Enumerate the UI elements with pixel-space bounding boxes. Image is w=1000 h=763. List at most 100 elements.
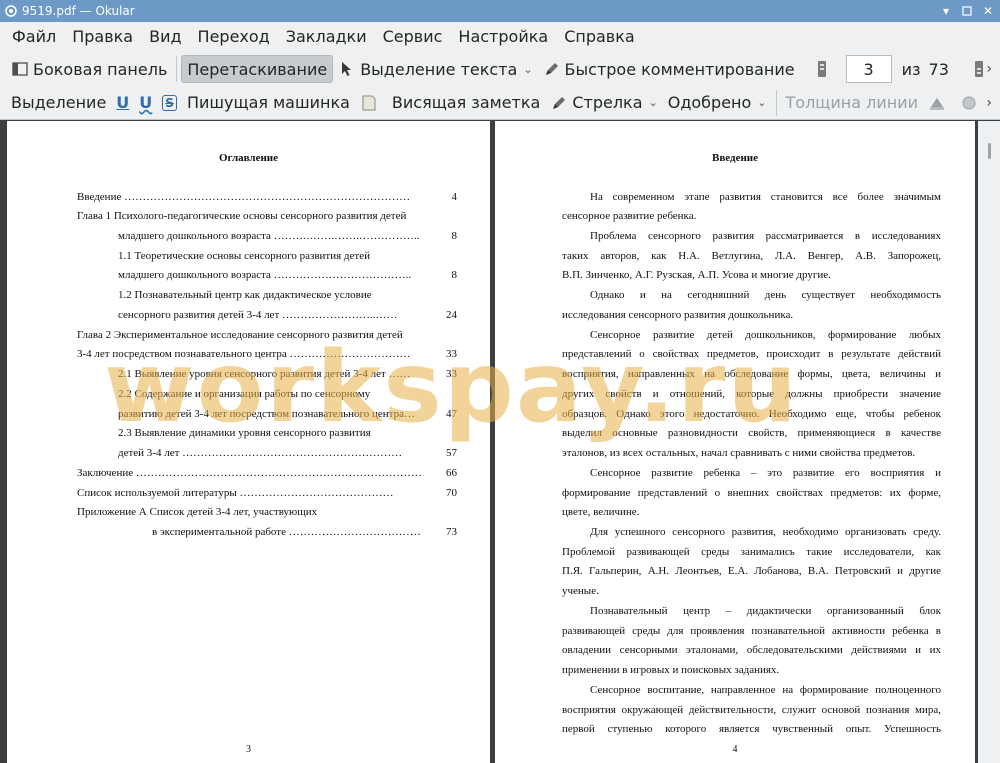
menu-settings[interactable]: Настройка: [450, 22, 556, 52]
menu-go[interactable]: Переход: [190, 22, 278, 52]
chevron-down-icon[interactable]: ⌄: [757, 96, 766, 109]
drag-mode-button[interactable]: Перетаскивание: [181, 55, 334, 83]
cursor-arrow-icon: [338, 60, 356, 78]
opacity-button[interactable]: [955, 89, 987, 117]
menu-edit[interactable]: Правка: [64, 22, 141, 52]
vertical-scrollbar[interactable]: [978, 121, 1000, 763]
toc-page: 4: [451, 191, 458, 203]
color-button[interactable]: [923, 89, 955, 117]
selection-tool-button[interactable]: Выделение: [6, 89, 111, 117]
close-icon[interactable]: ✕: [979, 2, 997, 20]
page-4: Введение На современном этапе развития с…: [495, 121, 975, 763]
menubar: Файл Правка Вид Переход Закладки Сервис …: [0, 22, 1000, 52]
selection-tool-label: Выделение: [11, 93, 107, 112]
previous-page-button[interactable]: [808, 55, 840, 83]
scrollbar-thumb[interactable]: [988, 143, 991, 159]
next-page-button[interactable]: [965, 55, 997, 83]
minimize-icon[interactable]: ▾: [937, 2, 955, 20]
text-line: Проблема сенсорного развития рассматрива…: [590, 230, 941, 242]
toc-entry: Заключение ……………………………………………………………………: [77, 467, 422, 479]
page-number: 4: [732, 744, 738, 755]
text-line: исследования сенсорного развития дошколь…: [562, 309, 794, 321]
toc-page: 57: [446, 447, 457, 459]
chevron-down-icon[interactable]: ⌄: [523, 63, 532, 76]
text-line: Для успешного сенсорного развития, необх…: [590, 526, 941, 538]
hanging-note-button[interactable]: Висящая заметка: [387, 89, 545, 117]
text-line: цвете, величине.: [562, 506, 640, 518]
note-icon-button[interactable]: [355, 89, 387, 117]
toc-page: 33: [446, 368, 457, 380]
menu-file[interactable]: Файл: [4, 22, 64, 52]
text-line: применении в игровых и поисковых задания…: [562, 664, 780, 676]
toc-page: 47: [446, 408, 457, 420]
text-line: выделил основные разновидности свойств, …: [562, 427, 941, 439]
toc-entry: 2.1 Выявление уровня сенсорного развития…: [118, 368, 411, 380]
stamp-select[interactable]: Одобрено ⌄: [663, 89, 772, 117]
window-title: 9519.pdf — Okular: [22, 4, 135, 18]
line-width-button[interactable]: Толщина линии: [781, 89, 924, 117]
toc-entry: Глава 1 Психолого-педагогические основы …: [77, 210, 407, 222]
annotation-toolbar: Выделение U U S Пишущая машинка Висящая …: [0, 86, 1000, 120]
underline-button[interactable]: U: [111, 89, 134, 117]
toc-page: 33: [446, 348, 457, 360]
text-line: восприятия окружающей действительности, …: [562, 704, 941, 716]
toolbar-overflow-icon[interactable]: ›: [986, 95, 992, 111]
quick-comment-label: Быстрое комментирование: [564, 59, 795, 79]
text-select-button[interactable]: Выделение текста ⌄: [333, 55, 537, 83]
text-line: Проблемой развивающей среды занимались т…: [562, 546, 941, 558]
stamp-select-label: Одобрено: [667, 93, 752, 112]
text-line: образцов. Однако этого недостаточно. Нео…: [562, 408, 941, 420]
text-line: первой ступенью которого является чувств…: [562, 723, 941, 735]
text-line: овладении сенсорными эталонами, обследов…: [562, 644, 941, 656]
page-number-input[interactable]: [845, 55, 892, 83]
toc-page: 73: [446, 526, 457, 538]
squiggly-underline-icon: U: [139, 93, 153, 112]
sidebar-button[interactable]: Боковая панель: [6, 55, 172, 83]
quick-comment-button[interactable]: Быстрое комментирование: [538, 55, 800, 83]
text-line: развивающей среды для проявления познава…: [562, 625, 941, 637]
menu-help[interactable]: Справка: [556, 22, 643, 52]
previous-page-icon: [813, 60, 831, 78]
typewriter-button[interactable]: Пишущая машинка: [182, 89, 355, 117]
toc-entry: младшего дошкольного возраста ……….…….…….…: [118, 230, 420, 242]
text-line: ученые.: [562, 585, 599, 597]
toc-entry: 2.2 Содержание и организация работы по с…: [118, 388, 371, 400]
page-number: 3: [246, 744, 251, 755]
main-toolbar: Боковая панель Перетаскивание Выделение …: [0, 52, 1000, 86]
menu-tools[interactable]: Сервис: [375, 22, 451, 52]
squiggly-button[interactable]: U: [134, 89, 157, 117]
toc-page: 70: [446, 487, 457, 499]
page-total: 73: [928, 59, 949, 79]
toc-entry: 2.3 Выявление динамики уровня сенсорного…: [118, 427, 371, 439]
text-line: Сенсорное развитие детей дошкольников, ф…: [590, 329, 941, 341]
text-line: восприятия, направленных на обследование…: [562, 368, 941, 380]
strikeout-icon: S: [162, 94, 177, 111]
menu-view[interactable]: Вид: [141, 22, 189, 52]
text-line: эталонов, из всех остальных, начал сравн…: [562, 447, 916, 459]
document-viewport[interactable]: Оглавление Введение ………………………………………………………: [0, 121, 1000, 763]
toc-entry: Приложение А Список детей 3-4 лет, участ…: [77, 506, 318, 518]
toolbar-overflow-icon[interactable]: ›: [986, 61, 992, 77]
toc-page: 8: [451, 269, 458, 281]
text-line: В.П. Зинченко, А.Г. Рузская, А.П. Усова …: [562, 269, 831, 281]
sidebar-icon: [11, 60, 29, 78]
toc-page: 8: [451, 230, 458, 242]
menu-bookmarks[interactable]: Закладки: [278, 22, 375, 52]
note-icon: [360, 94, 378, 112]
intro-heading: Введение: [711, 152, 759, 164]
strikeout-button[interactable]: S: [157, 89, 182, 117]
maximize-icon[interactable]: [958, 2, 976, 20]
toc-entry: Список используемой литературы …………………………: [77, 487, 394, 499]
hanging-note-label: Висящая заметка: [391, 93, 541, 112]
okular-app-icon: [4, 4, 18, 18]
window-titlebar: 9519.pdf — Okular ▾ ✕: [0, 0, 1000, 22]
drag-mode-label: Перетаскивание: [187, 59, 328, 79]
text-line: сенсорное развитие ребенка.: [562, 210, 697, 222]
toolbar-separator: [775, 89, 777, 116]
text-line: Познавательный центр – дидактически орга…: [590, 605, 941, 617]
arrow-tool-button[interactable]: Стрелка ⌄: [545, 89, 662, 117]
typewriter-label: Пишущая машинка: [186, 93, 350, 112]
toc-entry: 1.2 Познавательный центр как дидактическ…: [118, 289, 372, 301]
chevron-down-icon[interactable]: ⌄: [649, 96, 658, 109]
text-line: Сенсорное воспитание, направленное на фо…: [590, 684, 941, 696]
